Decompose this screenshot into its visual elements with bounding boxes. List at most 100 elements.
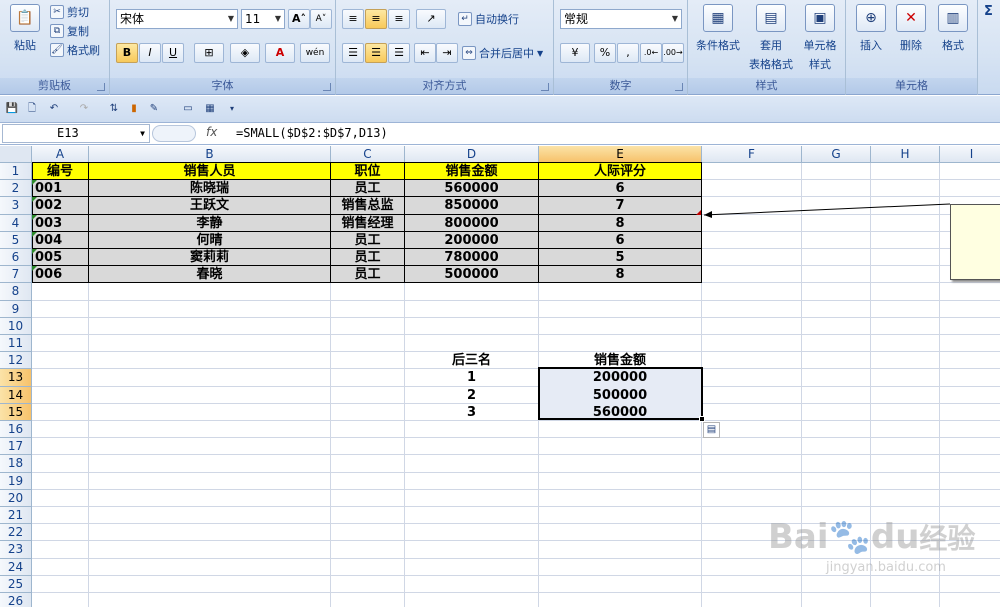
- comma-button[interactable]: ,: [617, 43, 639, 63]
- font-group-label: 字体: [110, 78, 335, 94]
- align-bottom-button[interactable]: ≡: [388, 9, 410, 29]
- merge-center-button[interactable]: ⇔ 合并后居中 ▼: [462, 45, 543, 61]
- format-painter-button[interactable]: 🖌 格式刷: [50, 42, 100, 58]
- increase-decimal-icon: .0←: [643, 48, 659, 57]
- shrink-font-button[interactable]: A˅: [310, 9, 332, 29]
- alignment-launcher[interactable]: [541, 83, 549, 91]
- font-launcher[interactable]: [323, 83, 331, 91]
- sort-icon[interactable]: ⇅: [106, 102, 122, 117]
- edit-icon[interactable]: ✎: [146, 102, 162, 117]
- quick-access-toolbar: 💾 🗋 ↶ ↷ ⇅ ▮ ✎ ▭ ▦ ▾: [0, 96, 1000, 123]
- merge-icon: ⇔: [462, 46, 476, 60]
- format-button[interactable]: ▥ 格式: [934, 4, 972, 53]
- font-color-button[interactable]: A: [265, 43, 295, 63]
- increase-decimal-button[interactable]: .0←: [640, 43, 662, 63]
- redo-icon[interactable]: ↷: [76, 102, 92, 117]
- align-middle-icon: ≡: [371, 12, 381, 25]
- currency-icon: ¥: [571, 46, 579, 59]
- align-bottom-icon: ≡: [394, 12, 404, 25]
- chart-icon[interactable]: ▮: [126, 102, 142, 117]
- align-center-button[interactable]: ☰: [365, 43, 387, 63]
- comment-indicator: [696, 210, 701, 215]
- paste-icon: 📋: [10, 4, 40, 32]
- orientation-icon: ↗: [426, 12, 436, 25]
- delete-cells-icon: ✕: [896, 4, 926, 32]
- align-right-button[interactable]: ☰: [388, 43, 410, 63]
- bold-button[interactable]: B: [116, 43, 138, 63]
- chevron-down-icon: ▼: [537, 48, 544, 58]
- border-icon: ⊞: [204, 46, 214, 59]
- font-size-combo[interactable]: 11 ▼: [241, 9, 285, 29]
- wrap-text-button[interactable]: ↵ 自动换行: [458, 11, 519, 27]
- italic-button[interactable]: I: [139, 43, 161, 63]
- styles-group: ▦ 条件格式 ▤ 套用 表格格式 ▣ 单元格 样式 样式: [688, 0, 846, 95]
- align-left-button[interactable]: ☰: [342, 43, 364, 63]
- insert-button[interactable]: ⊕ 插入: [852, 4, 890, 53]
- conditional-format-icon: ▦: [703, 4, 733, 32]
- alignment-group: ≡ ≡ ≡ ↗ ↵ 自动换行 ☰ ☰ ☰ ⇤ ⇥ ⇔ 合并后居中 ▼ 对齐方式: [336, 0, 554, 95]
- cell-style-icon: ▣: [805, 4, 835, 32]
- wrap-icon: ↵: [458, 12, 472, 26]
- brush-icon: 🖌: [50, 43, 64, 57]
- align-top-icon: ≡: [348, 12, 358, 25]
- font-name-combo[interactable]: 宋体 ▼: [116, 9, 238, 29]
- worksheet-grid[interactable]: ABCDEFGHI 1 2 3 4 5 6 7 8 9 10 11 12 13 14 15 16 17 18 19 2…: [0, 146, 1000, 607]
- new-file-icon[interactable]: 🗋: [24, 102, 40, 117]
- customize-toolbar-icon[interactable]: ▾: [224, 102, 240, 117]
- align-right-icon: ☰: [394, 46, 404, 59]
- number-launcher[interactable]: [675, 83, 683, 91]
- paw-icon: 🐾: [828, 517, 871, 557]
- save-icon[interactable]: 💾: [4, 102, 20, 117]
- percent-button[interactable]: %: [594, 43, 616, 63]
- table-tool-icon[interactable]: ▦: [202, 102, 218, 117]
- ribbon: 📋 粘贴 ✂ 剪切 ⧉ 复制 🖌 格式刷 剪贴板 宋体 ▼ 11 ▼ A˄ A˅ B I …: [0, 0, 1000, 95]
- chevron-down-icon: ▼: [227, 14, 234, 23]
- font-group: 宋体 ▼ 11 ▼ A˄ A˅ B I U ⊞ ◈ A wén 字体: [110, 0, 336, 95]
- autosum-button[interactable]: Σ: [984, 4, 993, 19]
- clipboard-launcher[interactable]: [97, 83, 105, 91]
- conditional-format-button[interactable]: ▦ 条件格式: [692, 4, 744, 53]
- border-button[interactable]: ⊞: [194, 43, 224, 63]
- formula-bar: E13 ▼ fx =SMALL($D$2:$D$7,D13): [0, 123, 1000, 145]
- comment-arrow-head: [704, 211, 712, 218]
- increase-indent-button[interactable]: ⇥: [436, 43, 458, 63]
- currency-button[interactable]: ¥: [560, 43, 590, 63]
- chevron-down-icon: ▼: [140, 129, 145, 138]
- undo-icon[interactable]: ↶: [46, 102, 62, 117]
- number-format-combo[interactable]: 常规 ▼: [560, 9, 682, 29]
- scissors-icon: ✂: [50, 5, 64, 19]
- formula-input[interactable]: =SMALL($D$2:$D$7,D13): [236, 126, 388, 140]
- decrease-decimal-button[interactable]: .00→: [662, 43, 684, 63]
- form-icon[interactable]: ▭: [180, 102, 196, 117]
- cut-button[interactable]: ✂ 剪切: [50, 4, 89, 20]
- name-box[interactable]: E13 ▼: [2, 124, 150, 143]
- cells-group: ⊕ 插入 ✕ 删除 ▥ 格式 单元格: [846, 0, 978, 95]
- chevron-down-icon: ▼: [274, 14, 281, 23]
- paint-bucket-icon: ◈: [240, 46, 250, 59]
- cell-styles-button[interactable]: ▣ 单元格 样式: [796, 4, 844, 72]
- underline-button[interactable]: U: [162, 43, 184, 63]
- insert-function-icon[interactable]: fx: [206, 125, 217, 139]
- align-top-button[interactable]: ≡: [342, 9, 364, 29]
- grow-font-button[interactable]: A˄: [288, 9, 310, 29]
- alignment-group-label: 对齐方式: [336, 78, 553, 94]
- clipboard-group: 📋 粘贴 ✂ 剪切 ⧉ 复制 🖌 格式刷 剪贴板: [0, 0, 110, 95]
- table-icon: ▤: [756, 4, 786, 32]
- paste-options-icon[interactable]: ▤: [703, 422, 720, 438]
- copy-button[interactable]: ⧉ 复制: [50, 23, 89, 39]
- formula-bar-splitter[interactable]: [152, 125, 196, 142]
- format-as-table-button[interactable]: ▤ 套用 表格格式: [744, 4, 798, 72]
- phonetic-button[interactable]: wén: [300, 43, 330, 63]
- orientation-button[interactable]: ↗: [416, 9, 446, 29]
- delete-button[interactable]: ✕ 删除: [892, 4, 930, 53]
- comment-box[interactable]: [950, 204, 1000, 280]
- number-group: 常规 ▼ ¥ % , .0← .00→ 数字: [554, 0, 688, 95]
- baidu-watermark-logo: Bai🐾du经验: [768, 517, 976, 557]
- insert-cells-icon: ⊕: [856, 4, 886, 32]
- align-middle-button[interactable]: ≡: [365, 9, 387, 29]
- decrease-indent-button[interactable]: ⇤: [414, 43, 436, 63]
- fill-color-button[interactable]: ◈: [230, 43, 260, 63]
- paste-button[interactable]: 📋 粘贴: [6, 4, 44, 53]
- comment-arrow-line: [703, 203, 951, 216]
- number-group-label: 数字: [554, 78, 687, 94]
